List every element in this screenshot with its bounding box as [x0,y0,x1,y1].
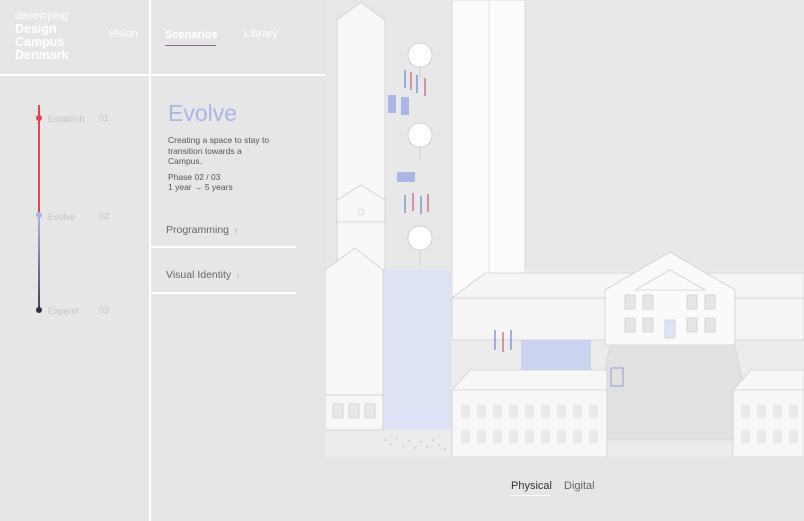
toggle-digital[interactable]: Digital [564,480,595,492]
phase-title: Evolve [168,100,238,126]
phase-description: Creating a space to stay to transition t… [168,135,270,166]
menu-item-visual-identity-label: Visual Identity [166,269,232,281]
timeline-label-expand[interactable]: Expand [48,306,79,316]
timeline-label-evolve[interactable]: Evolve [48,212,75,222]
tall-wall-building [451,0,526,301]
toggle-physical[interactable]: Physical [511,480,552,492]
divider-menu-bottom [150,292,296,294]
campus-illustration [325,0,804,457]
timeline-dot-expand[interactable] [35,307,42,313]
divider-header [0,74,325,76]
logo[interactable]: developing Design Campus Denmark [15,10,69,62]
left-gabled-building [325,247,384,431]
phase-duration: 1 year → 5 years [168,182,233,192]
nav-scenarios[interactable]: Scenarios [165,29,218,41]
divider-logo-column [149,0,151,521]
timeline-label-establish[interactable]: Establish [48,114,85,124]
nav-library[interactable]: Library [244,28,278,40]
divider-menu-top [150,246,296,248]
menu-item-visual-identity[interactable]: Visual Identity › [166,269,240,281]
timeline-num-establish: 01 [99,113,110,123]
timeline-num-evolve: 02 [99,211,110,221]
logo-line-denmark: Denmark [15,48,69,62]
chevron-right-icon: › [236,269,240,281]
page: developing Design Campus Denmark Vision … [0,0,804,521]
timeline-segment-establish [38,105,40,215]
menu-item-programming[interactable]: Programming › [166,224,238,236]
chevron-right-icon: › [234,224,238,236]
tower-building [336,1,386,271]
menu-item-programming-label: Programming [166,224,230,236]
nav-active-underline [165,45,216,46]
nav-vision[interactable]: Vision [108,28,138,40]
timeline-segment-evolve [38,215,40,311]
courtyard [589,344,756,441]
toggle-active-underline [510,495,550,496]
timeline-num-expand: 03 [99,305,110,315]
timeline-dot-evolve[interactable] [35,212,42,218]
timeline-dot-establish[interactable] [35,115,42,121]
phase-count: Phase 02 / 03 [168,172,221,182]
